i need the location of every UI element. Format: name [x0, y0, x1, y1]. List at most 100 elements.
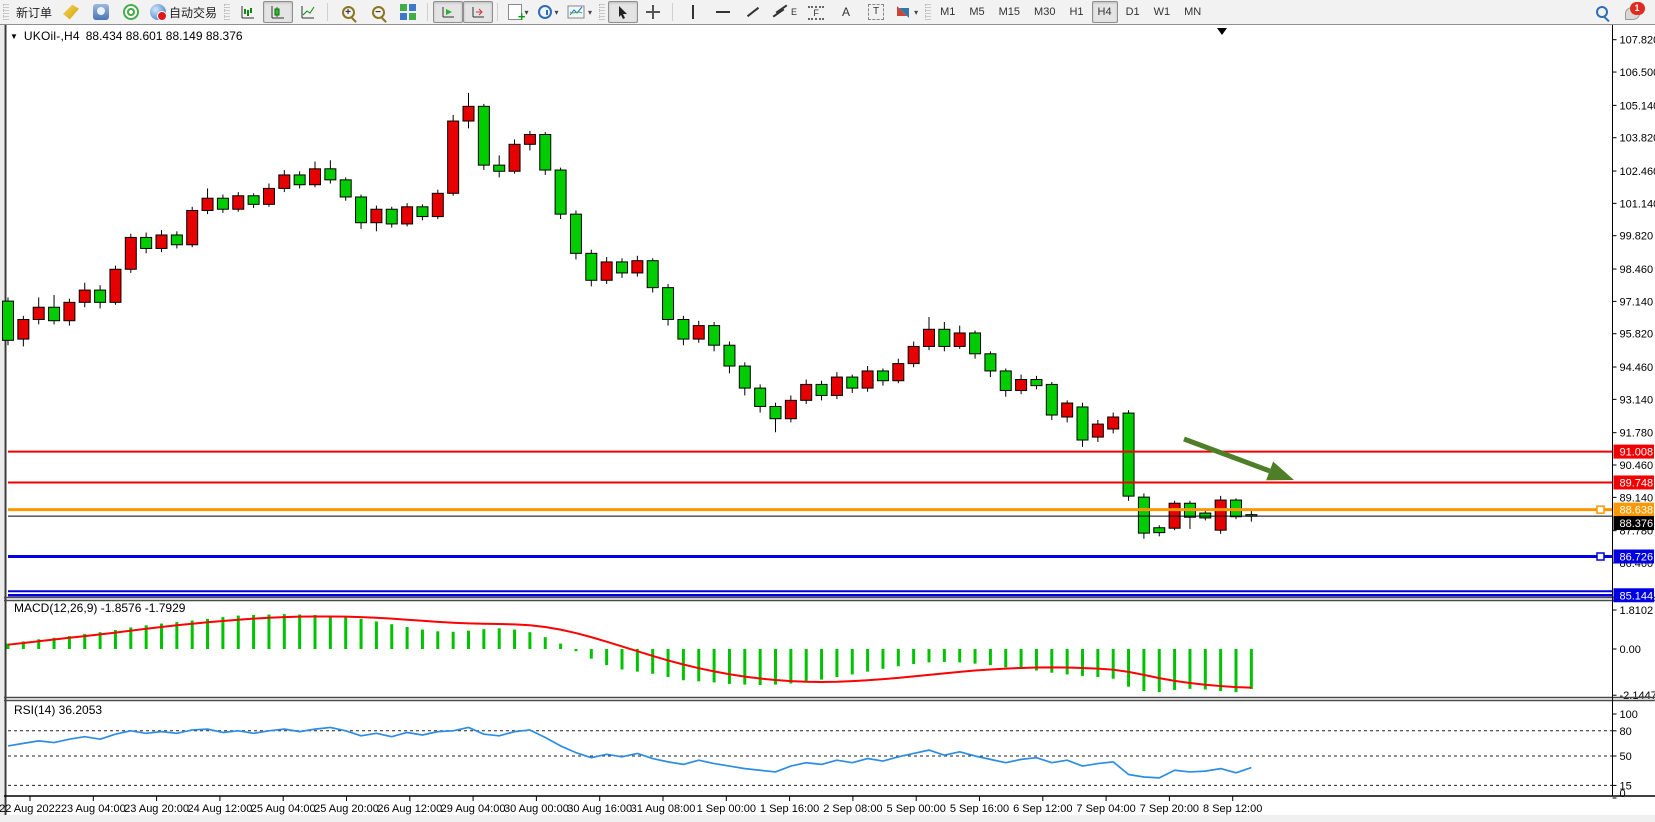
timeframe-button-MN[interactable]: MN: [1178, 1, 1207, 23]
signals-button[interactable]: [116, 1, 146, 23]
price-axis-tick-label: 89.140: [1620, 492, 1654, 504]
timeframe-button-M30[interactable]: M30: [1028, 1, 1061, 23]
candle-body: [831, 377, 842, 395]
timeframe-button-M1[interactable]: M1: [934, 1, 961, 23]
candle-body: [141, 237, 152, 248]
candle-body: [632, 261, 643, 273]
candle-body: [294, 175, 305, 185]
zoom-out-button[interactable]: [363, 1, 393, 23]
chevron-down-icon: ▾: [588, 8, 592, 17]
cursor-button[interactable]: [608, 1, 638, 23]
fibonacci-button[interactable]: F: [801, 1, 831, 23]
candle-body: [647, 261, 658, 288]
candle-body: [1154, 528, 1165, 533]
chart-header: ▼ UKOil-,H4 88.434 88.601 88.149 88.376: [10, 29, 243, 43]
label-button[interactable]: T: [861, 1, 891, 23]
price-tag-icon: [63, 4, 79, 20]
toolbar-grip[interactable]: [599, 4, 605, 20]
timeframe-button-M5[interactable]: M5: [963, 1, 990, 23]
candle-body: [724, 345, 735, 366]
macd-axis-tick-label: 0.00: [1620, 644, 1641, 656]
tile-windows-button[interactable]: [393, 1, 423, 23]
new-order-button[interactable]: 新订单: [12, 1, 56, 23]
price-axis-tick-label: 94.460: [1620, 362, 1654, 374]
candle-body: [770, 406, 781, 418]
candle-body: [432, 193, 443, 216]
rsi-label: RSI(14) 36.2053: [14, 703, 102, 717]
label-tool-icon: T: [868, 4, 884, 20]
candle-body: [187, 210, 198, 244]
chart-shift-button[interactable]: [463, 1, 493, 23]
new-chart-button[interactable]: ▾: [503, 1, 533, 23]
auto-scroll-button[interactable]: [433, 1, 463, 23]
horizontal-line-button[interactable]: [708, 1, 738, 23]
candle-body: [18, 319, 29, 339]
timeframe-button-W1[interactable]: W1: [1148, 1, 1177, 23]
line-handle[interactable]: [1597, 553, 1604, 560]
notifications-button[interactable]: 1: [1617, 1, 1647, 23]
candle-body: [3, 301, 14, 340]
candle-body: [463, 106, 474, 121]
templates-button[interactable]: ▾: [563, 1, 596, 23]
toolbar-grip[interactable]: [3, 4, 9, 20]
text-tool-icon: A: [842, 5, 850, 19]
candle-body: [939, 329, 950, 346]
bid-price-badge-text: 88.376: [1620, 518, 1654, 530]
zoom-out-icon: [372, 6, 385, 19]
periods-button[interactable]: ▾: [533, 1, 563, 23]
chart-line-button[interactable]: [293, 1, 323, 23]
time-axis-label: 7 Sep 04:00: [1076, 803, 1135, 815]
text-button[interactable]: A: [831, 1, 861, 23]
time-axis-label: 7 Sep 20:00: [1140, 803, 1199, 815]
candle-body: [371, 209, 382, 222]
chart-canvas[interactable]: 1.81020.00-2.14471008050150107.820106.50…: [0, 0, 1655, 822]
timeframe-button-H1[interactable]: H1: [1063, 1, 1089, 23]
zoom-in-button[interactable]: [333, 1, 363, 23]
chart-candles-button[interactable]: [263, 1, 293, 23]
channel-button[interactable]: E: [768, 1, 801, 23]
timeframe-button-H4[interactable]: H4: [1092, 1, 1118, 23]
vertical-line-button[interactable]: [678, 1, 708, 23]
price-axis-tick-label: 90.460: [1620, 460, 1654, 472]
auto-trading-button[interactable]: 自动交易: [146, 1, 221, 23]
line-price-badge-text: 91.008: [1620, 447, 1654, 459]
symbol-menu-caret-icon[interactable]: ▼: [10, 32, 18, 41]
candle-body: [402, 207, 413, 224]
candle-body: [156, 235, 167, 248]
time-axis-label: 31 Aug 08:00: [631, 803, 696, 815]
candle-body: [217, 198, 228, 209]
ohlc-readout: 88.434 88.601 88.149 88.376: [86, 29, 243, 43]
macd-axis-tick-label: 1.8102: [1620, 605, 1654, 617]
price-tag-button[interactable]: [56, 1, 86, 23]
bar-chart-icon: [240, 4, 256, 20]
candle-body: [908, 346, 919, 363]
arrows-button[interactable]: ▾: [891, 1, 922, 23]
candle-body: [95, 290, 106, 302]
toolbar-separator: [497, 3, 499, 21]
accounts-button[interactable]: [86, 1, 116, 23]
candle-body: [79, 290, 90, 302]
candle-body: [279, 175, 290, 188]
chart-shift-icon: [470, 4, 486, 20]
signal-icon: [123, 4, 139, 20]
candle-body: [954, 333, 965, 346]
candle-body: [570, 214, 581, 253]
time-axis-label: 25 Aug 04:00: [251, 803, 316, 815]
candle-body: [755, 388, 766, 406]
line-handle[interactable]: [1597, 506, 1604, 513]
crosshair-button[interactable]: [638, 1, 668, 23]
toolbar-separator: [672, 3, 674, 21]
toolbar-grip[interactable]: [925, 4, 931, 20]
timeframe-button-D1[interactable]: D1: [1120, 1, 1146, 23]
chart-bars-button[interactable]: [233, 1, 263, 23]
auto-scroll-icon: [440, 4, 456, 20]
candle-body: [1092, 424, 1103, 437]
toolbar-grip[interactable]: [224, 4, 230, 20]
line-price-badge-text: 85.144: [1620, 590, 1654, 602]
price-axis-tick-label: 103.820: [1620, 133, 1655, 145]
notification-badge: 1: [1630, 2, 1645, 15]
search-button[interactable]: [1587, 1, 1617, 23]
timeframe-button-M15[interactable]: M15: [993, 1, 1026, 23]
status-strip: [0, 815, 1655, 822]
trendline-button[interactable]: [738, 1, 768, 23]
